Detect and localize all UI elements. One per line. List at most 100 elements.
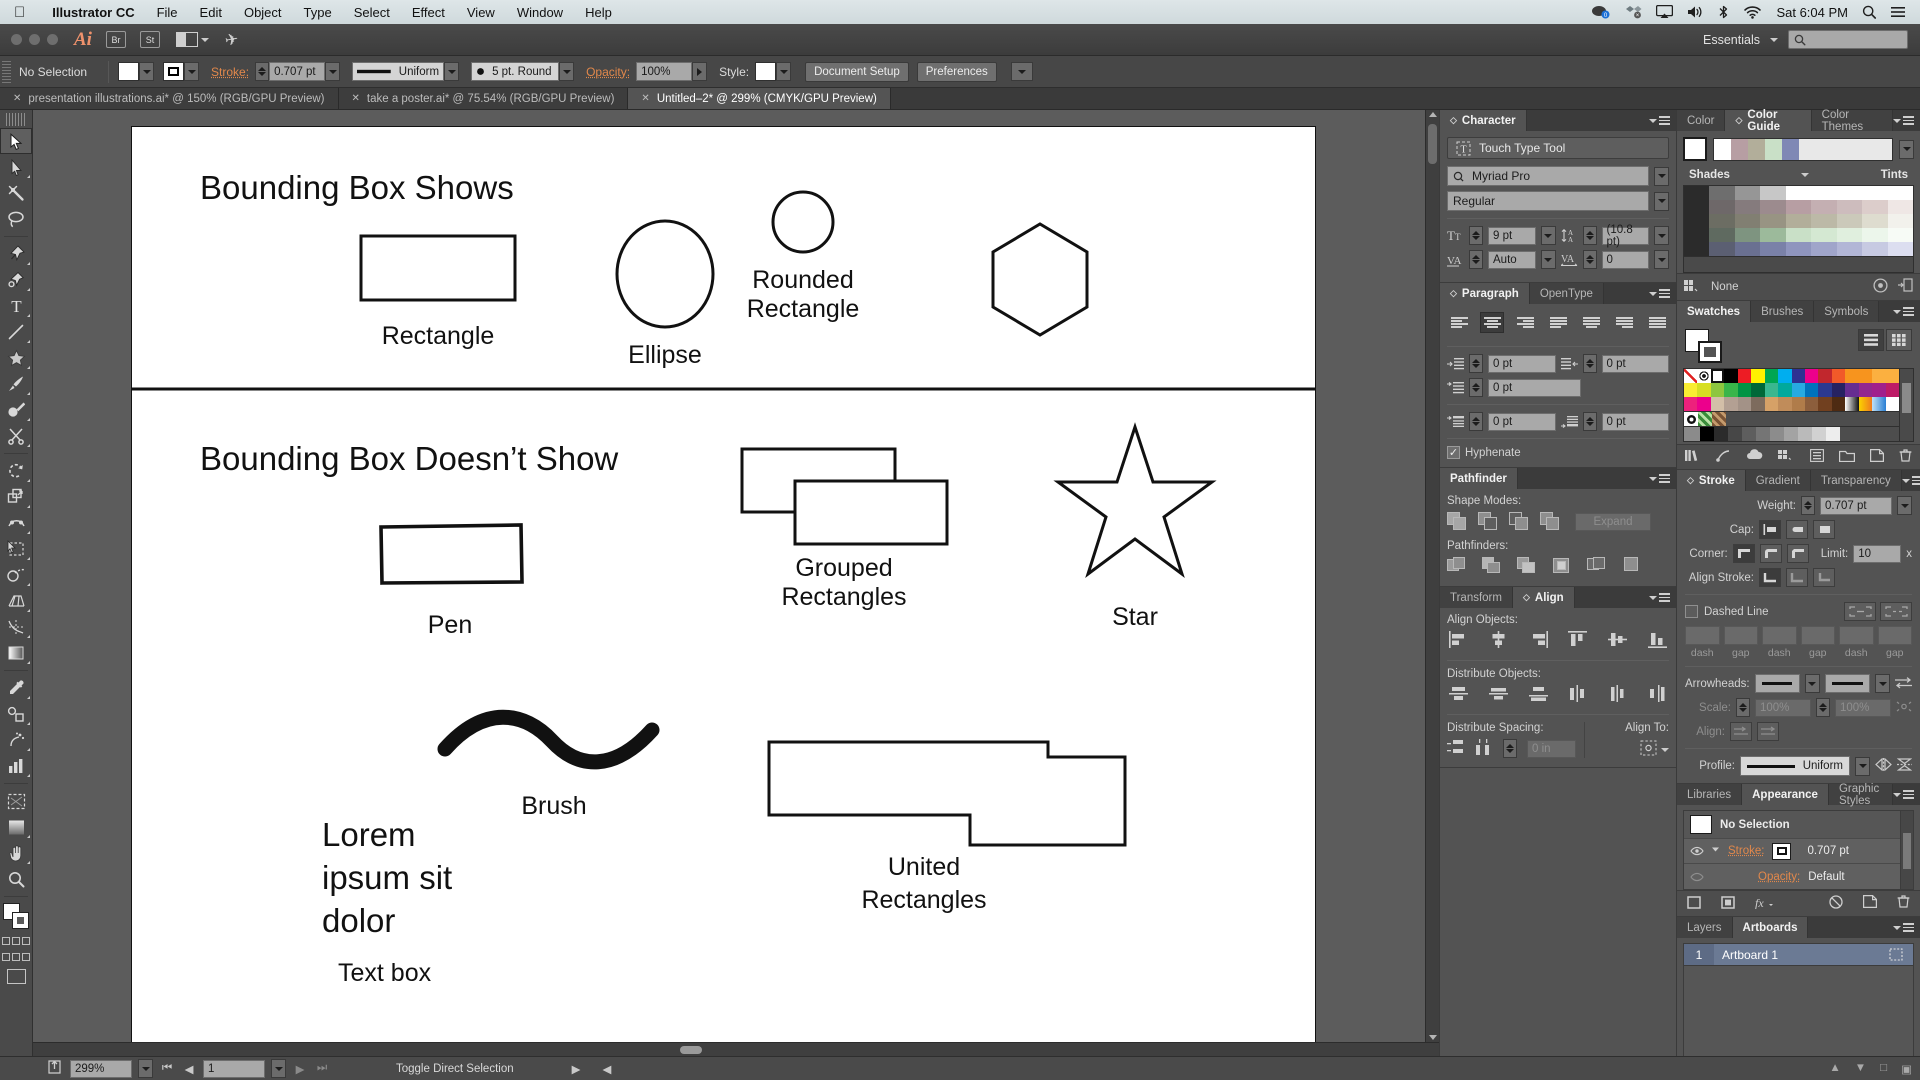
- projecting-cap-button[interactable]: [1813, 520, 1835, 539]
- shaper-tool[interactable]: [0, 397, 32, 423]
- color-guide-swatch-2-5[interactable]: [1811, 214, 1836, 228]
- swatch-0-14[interactable]: [1872, 369, 1885, 383]
- free-transform-tool[interactable]: [0, 536, 32, 562]
- panel-collapse-icon[interactable]: ▲: [1829, 1062, 1840, 1076]
- align-to-icon[interactable]: [1640, 740, 1657, 759]
- flip-profile-vertical-icon[interactable]: [1897, 758, 1912, 774]
- menu-file[interactable]: File: [146, 5, 189, 20]
- artboard-navigation-input[interactable]: 1: [203, 1060, 265, 1078]
- swatch-1-7[interactable]: [1778, 383, 1791, 397]
- color-guide-swatch-1-5[interactable]: [1811, 200, 1836, 214]
- crop-button[interactable]: [1552, 557, 1573, 576]
- swatch-gray-5[interactable]: [1770, 427, 1784, 441]
- swatch-2-8[interactable]: [1792, 397, 1805, 411]
- swatch-0-1[interactable]: [1697, 369, 1710, 383]
- tab-gradient[interactable]: Gradient: [1746, 470, 1811, 491]
- volume-icon[interactable]: [1687, 5, 1704, 19]
- panel-menu-button[interactable]: [1649, 468, 1676, 489]
- stroke-profile-select[interactable]: Uniform: [1740, 756, 1850, 776]
- font-size-input[interactable]: 9 pt: [1488, 227, 1536, 245]
- swatch-0-3[interactable]: [1724, 369, 1737, 383]
- color-guide-swatch-3-0[interactable]: [1684, 228, 1709, 242]
- status-menu-arrow-icon[interactable]: ▶: [572, 1062, 581, 1076]
- arrowhead-end-select[interactable]: [1825, 674, 1870, 693]
- color-guide-swatch-1-7[interactable]: [1862, 200, 1887, 214]
- previous-artboard-button[interactable]: ◀: [181, 1062, 197, 1076]
- swatch-0-2[interactable]: [1711, 369, 1724, 383]
- tab-color-guide[interactable]: ◇ Color Guide: [1725, 110, 1811, 131]
- space-after-stepper[interactable]: [1583, 412, 1597, 431]
- appearance-stroke-label[interactable]: Stroke:: [1728, 845, 1764, 857]
- line-segment-tool[interactable]: [0, 319, 32, 345]
- edit-or-apply-colors-icon[interactable]: [1873, 278, 1888, 296]
- tab-artboards[interactable]: Artboards: [1733, 917, 1809, 938]
- color-guide-swatch-1-1[interactable]: [1709, 200, 1734, 214]
- harmony-swatch-2[interactable]: [1748, 139, 1765, 160]
- swatch-gray-7[interactable]: [1798, 427, 1812, 441]
- swatch-2-9[interactable]: [1805, 397, 1818, 411]
- menu-window[interactable]: Window: [506, 5, 574, 20]
- weight-dropdown[interactable]: [1897, 496, 1912, 515]
- panel-new-icon[interactable]: □: [1880, 1062, 1887, 1076]
- indent-right-stepper[interactable]: [1583, 354, 1597, 373]
- base-color-swatch[interactable]: [1683, 137, 1707, 161]
- profile-dropdown[interactable]: [1855, 757, 1870, 776]
- swatch-1-6[interactable]: [1765, 383, 1778, 397]
- align-left-button[interactable]: [1447, 312, 1471, 333]
- swatch-gray-3[interactable]: [1742, 427, 1756, 441]
- space-after-input[interactable]: 0 pt: [1602, 413, 1670, 431]
- panel-menu-button[interactable]: [1649, 283, 1676, 304]
- tab-color-themes[interactable]: Color Themes: [1812, 110, 1893, 131]
- color-guide-swatch-2-8[interactable]: [1888, 214, 1913, 228]
- visibility-eye-icon[interactable]: [1690, 872, 1703, 882]
- artboard-tool[interactable]: [0, 788, 32, 814]
- next-artboard-button[interactable]: ▶: [292, 1062, 308, 1076]
- panel-expand-icon[interactable]: ▼: [1855, 1062, 1866, 1076]
- vertical-align-bottom-button[interactable]: [1648, 631, 1667, 651]
- horizontal-align-center-button[interactable]: [1489, 631, 1508, 651]
- tracking-stepper[interactable]: [1583, 250, 1597, 269]
- close-icon[interactable]: ✕: [641, 93, 649, 104]
- swatch-1-4[interactable]: [1738, 383, 1751, 397]
- spacing-input[interactable]: 0 in: [1527, 740, 1576, 758]
- shape-builder-tool[interactable]: [0, 562, 32, 588]
- tracking-input[interactable]: 0: [1602, 251, 1650, 269]
- dash-input-1[interactable]: [1685, 626, 1720, 645]
- round-cap-button[interactable]: [1786, 520, 1808, 539]
- swatch-1-9[interactable]: [1805, 383, 1818, 397]
- status-scroll-left-icon[interactable]: ◀: [602, 1062, 611, 1076]
- dashed-line-checkbox[interactable]: [1685, 605, 1698, 618]
- color-guide-swatch-3-5[interactable]: [1811, 228, 1836, 242]
- align-to-chevron-icon[interactable]: [1661, 748, 1669, 752]
- font-family-dropdown[interactable]: [1654, 167, 1669, 186]
- zoom-tool[interactable]: [0, 866, 32, 892]
- appearance-row-opacity[interactable]: Opacity: Default: [1684, 864, 1913, 889]
- butt-cap-button[interactable]: [1759, 520, 1781, 539]
- canvas-vertical-scrollbar[interactable]: [1425, 110, 1439, 1042]
- justify-center-button[interactable]: [1579, 312, 1603, 333]
- fill-dropdown[interactable]: [139, 62, 154, 81]
- trim-button[interactable]: [1482, 557, 1503, 576]
- tab-graphic-styles[interactable]: Graphic Styles: [1829, 784, 1893, 805]
- document-tab[interactable]: ✕ take a poster.ai* @ 75.54% (RGB/GPU Pr…: [339, 88, 629, 109]
- visibility-eye-icon[interactable]: [1690, 846, 1703, 856]
- delete-swatch-icon[interactable]: [1899, 449, 1912, 465]
- color-mode-buttons[interactable]: [0, 937, 32, 945]
- dash-input-2[interactable]: [1762, 626, 1797, 645]
- paintbrush-tool[interactable]: [0, 371, 32, 397]
- stroke-weight-stepper[interactable]: [255, 62, 269, 81]
- behance-share-icon[interactable]: ✈: [223, 28, 240, 50]
- expand-button[interactable]: Expand: [1575, 513, 1651, 531]
- intersect-button[interactable]: [1509, 512, 1530, 531]
- color-guide-swatch-1-8[interactable]: [1888, 200, 1913, 214]
- gap-input-2[interactable]: [1801, 626, 1836, 645]
- menu-help[interactable]: Help: [574, 5, 623, 20]
- color-guide-swatch-3-8[interactable]: [1888, 228, 1913, 242]
- stroke-weight-input[interactable]: 0.707 pt: [269, 62, 325, 81]
- color-guide-swatch-2-1[interactable]: [1709, 214, 1734, 228]
- none-mode-icon[interactable]: [22, 937, 30, 945]
- tab-character[interactable]: ◇ Character: [1440, 110, 1527, 131]
- menu-select[interactable]: Select: [343, 5, 401, 20]
- color-guide-swatch-0-3[interactable]: [1760, 186, 1785, 200]
- color-guide-grid[interactable]: [1683, 185, 1914, 257]
